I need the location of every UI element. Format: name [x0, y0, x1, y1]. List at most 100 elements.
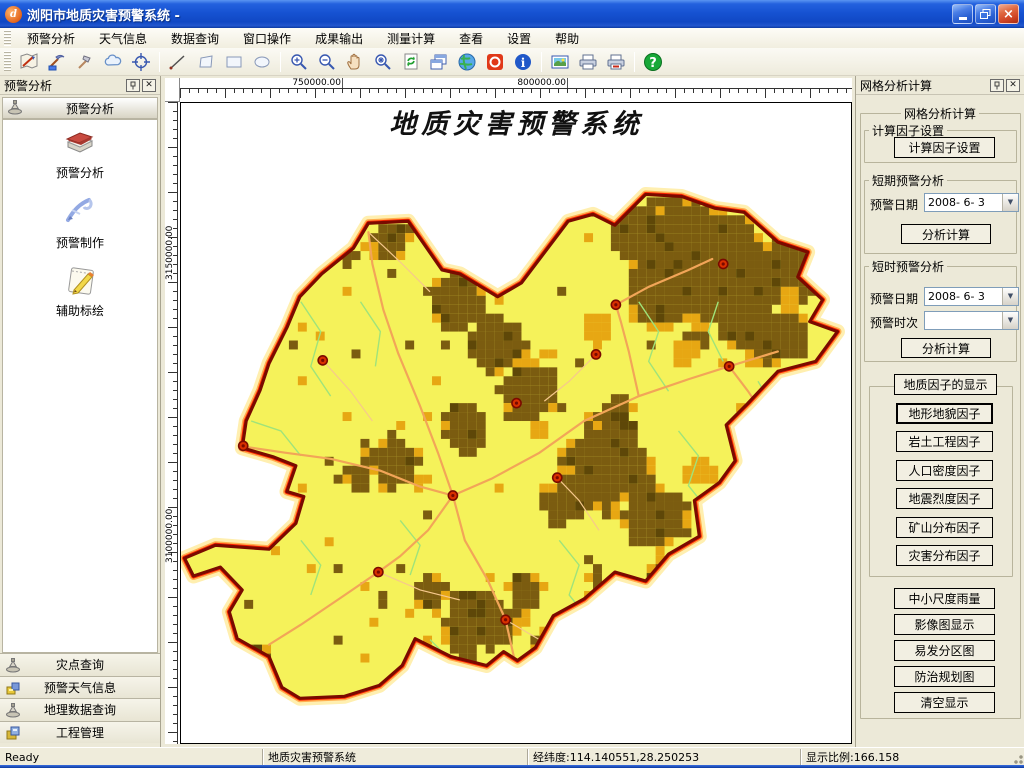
print-icon[interactable]	[576, 50, 600, 74]
ruler-corner	[165, 78, 180, 102]
toolbar-separator	[634, 52, 635, 72]
pickaxe-edit-icon[interactable]	[45, 50, 69, 74]
minimize-icon	[959, 17, 967, 20]
svg-text:?: ?	[649, 56, 657, 71]
resize-grip[interactable]	[1010, 751, 1023, 764]
draw-line-icon[interactable]	[166, 50, 190, 74]
title-bar[interactable]: d 浏阳市地质灾害预警系统 - ×	[0, 0, 1024, 28]
pin-icon[interactable]	[126, 79, 140, 92]
menu-item-6[interactable]: 查看	[447, 28, 495, 49]
ruler-x-label: 750000.00	[291, 78, 343, 88]
menubar-grip[interactable]	[4, 30, 11, 46]
pan-hand-icon[interactable]	[343, 50, 367, 74]
factor-setup-button[interactable]: 计算因子设置	[894, 137, 995, 158]
warning-date-value: 2008- 6- 3	[928, 290, 985, 303]
tab-label: 工程管理	[56, 724, 104, 741]
chevron-down-icon[interactable]: ▼	[1002, 288, 1018, 305]
menu-item-7[interactable]: 设置	[495, 28, 543, 49]
tab-warning-weather-info[interactable]: 预警天气信息	[0, 676, 160, 699]
print-setup-icon[interactable]	[604, 50, 628, 74]
short-term-analyze-button[interactable]: 分析计算	[901, 224, 991, 244]
factor-button-0[interactable]: 地形地貌因子	[896, 403, 993, 424]
factor-button-1[interactable]: 岩土工程因子	[896, 431, 993, 452]
map-canvas[interactable]: 地质灾害预警系统	[180, 102, 852, 744]
menu-item-4[interactable]: 成果输出	[303, 28, 375, 49]
warning-date-combobox[interactable]: 2008- 6- 3 ▼	[924, 193, 1019, 212]
close-button[interactable]: ×	[998, 4, 1019, 24]
book-icon	[62, 128, 98, 158]
right-panel-titlebar: 网格分析计算 ✕	[856, 76, 1024, 95]
ruler-x-label: 800000.00	[516, 78, 568, 88]
help-icon[interactable]: ?	[641, 50, 665, 74]
warning-analysis-panel: 预警分析 ✕ 预警分析 预警分析 预警制作 辅助标绘 灾点查询 预警天气信息	[0, 76, 161, 747]
globe-icon[interactable]	[455, 50, 479, 74]
pen-icon	[62, 194, 98, 228]
chevron-down-icon[interactable]: ▼	[1002, 194, 1018, 211]
map-select-icon[interactable]	[17, 50, 41, 74]
restore-icon	[980, 9, 991, 19]
menu-item-5[interactable]: 测量计算	[375, 28, 447, 49]
locate-crosshair-icon[interactable]	[129, 50, 153, 74]
warning-time-label: 预警时次	[870, 314, 918, 331]
svg-text:i: i	[521, 56, 526, 70]
left-panel-title: 预警分析	[4, 77, 124, 94]
menu-item-3[interactable]: 窗口操作	[231, 28, 303, 49]
left-header-label: 预警分析	[23, 100, 157, 117]
tab-disaster-point-query[interactable]: 灾点查询	[0, 653, 160, 676]
warning-time-combobox[interactable]: ▼	[924, 311, 1019, 330]
menu-item-1[interactable]: 天气信息	[87, 28, 159, 49]
zoom-out-icon[interactable]	[315, 50, 339, 74]
sidebar-item-auxiliary-plotting[interactable]: 辅助标绘	[3, 262, 157, 319]
zoom-in-icon[interactable]	[287, 50, 311, 74]
close-icon[interactable]: ✕	[1006, 79, 1020, 92]
zoom-extent-icon[interactable]	[371, 50, 395, 74]
extra-button-2[interactable]: 易发分区图	[894, 640, 995, 661]
stamp-icon	[5, 702, 21, 721]
left-panel-bottom-tabs: 灾点查询 预警天气信息 地理数据查询 工程管理	[0, 653, 160, 747]
notepad-icon	[62, 262, 98, 296]
sidebar-item-warning-analysis[interactable]: 预警分析	[3, 128, 157, 181]
factor-button-3[interactable]: 地震烈度因子	[896, 488, 993, 509]
menu-item-0[interactable]: 预警分析	[15, 28, 87, 49]
draw-ellipse-icon[interactable]	[250, 50, 274, 74]
chevron-down-icon[interactable]: ▼	[1002, 312, 1018, 329]
left-panel-items: 预警分析 预警制作 辅助标绘	[2, 119, 158, 653]
short-time-analyze-button[interactable]: 分析计算	[901, 338, 991, 358]
tab-geographic-data-query[interactable]: 地理数据查询	[0, 698, 160, 721]
sidebar-item-label: 辅助标绘	[3, 302, 157, 319]
factor-button-2[interactable]: 人口密度因子	[896, 460, 993, 481]
toolbar-grip[interactable]	[4, 51, 11, 73]
app-logo-icon: d	[5, 6, 22, 23]
group-legend: 短期预警分析	[869, 172, 947, 189]
factor-button-4[interactable]: 矿山分布因子	[896, 517, 993, 538]
hammer-icon[interactable]	[73, 50, 97, 74]
stop-icon[interactable]	[483, 50, 507, 74]
menu-item-2[interactable]: 数据查询	[159, 28, 231, 49]
restore-button[interactable]	[975, 4, 996, 24]
group-legend: 网格分析计算	[901, 105, 979, 122]
extra-button-4[interactable]: 清空显示	[894, 692, 995, 713]
extra-button-0[interactable]: 中小尺度雨量	[894, 588, 995, 609]
cloud-icon[interactable]	[101, 50, 125, 74]
extra-button-1[interactable]: 影像图显示	[894, 614, 995, 635]
info-icon[interactable]: i	[511, 50, 535, 74]
left-panel-header[interactable]: 预警分析	[2, 97, 158, 119]
geo-factor-display-button[interactable]: 地质因子的显示	[894, 374, 997, 395]
weather-data-icon	[5, 680, 21, 699]
close-icon[interactable]: ✕	[142, 79, 156, 92]
cascade-windows-icon[interactable]	[427, 50, 451, 74]
minimize-button[interactable]	[952, 4, 973, 24]
draw-rectangle-icon[interactable]	[222, 50, 246, 74]
warning-date-combobox-2[interactable]: 2008- 6- 3 ▼	[924, 287, 1019, 306]
toolbar-separator	[159, 52, 160, 72]
draw-polygon-icon[interactable]	[194, 50, 218, 74]
menu-item-8[interactable]: 帮助	[543, 28, 591, 49]
extra-button-3[interactable]: 防治规划图	[894, 666, 995, 687]
refresh-view-icon[interactable]	[399, 50, 423, 74]
sidebar-item-warning-production[interactable]: 预警制作	[3, 194, 157, 251]
group-legend: 短时预警分析	[869, 258, 947, 275]
factor-button-5[interactable]: 灾害分布因子	[896, 545, 993, 566]
tab-project-management[interactable]: 工程管理	[0, 721, 160, 744]
map-image-icon[interactable]	[548, 50, 572, 74]
pin-icon[interactable]	[990, 79, 1004, 92]
